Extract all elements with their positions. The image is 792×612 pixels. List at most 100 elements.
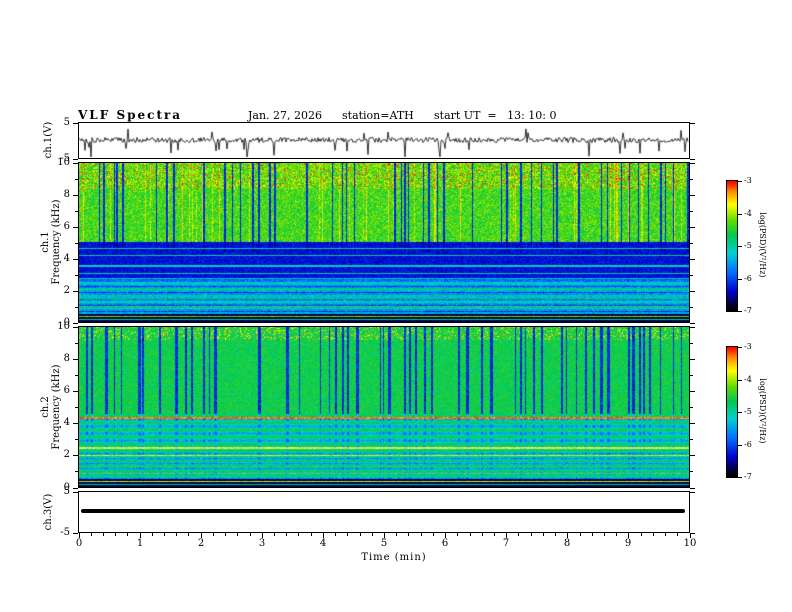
x-axis-minor-tick bbox=[103, 533, 104, 536]
x-axis-minor-tick bbox=[677, 533, 678, 536]
x-axis-minor-tick bbox=[176, 533, 177, 536]
y-tick-label: 2 bbox=[63, 285, 70, 296]
x-axis-minor-tick bbox=[543, 533, 544, 536]
ch1-frequency-axis-label-line2: Frequency (kHz) bbox=[51, 199, 62, 285]
y-axis-minor-tick bbox=[690, 407, 693, 408]
colorbar-tick-label: -5 bbox=[744, 407, 752, 416]
colorbar-ch2 bbox=[726, 346, 738, 478]
x-tick-label: 10 bbox=[683, 538, 697, 549]
colorbar-tick-label: -5 bbox=[744, 241, 752, 250]
y-tick-label: 6 bbox=[63, 385, 70, 396]
y-axis-tick bbox=[690, 423, 695, 424]
y-axis-tick bbox=[73, 423, 78, 424]
colorbar-ch1-gradient bbox=[727, 181, 737, 311]
ch3-waveform-panel bbox=[78, 491, 690, 533]
y-axis-tick bbox=[690, 323, 695, 324]
y-axis-tick bbox=[690, 163, 695, 164]
y-axis-tick bbox=[73, 159, 78, 160]
x-axis-minor-tick bbox=[408, 533, 409, 536]
x-axis-minor-tick bbox=[152, 533, 153, 536]
x-axis-minor-tick bbox=[360, 533, 361, 536]
y-axis-tick bbox=[73, 163, 78, 164]
x-axis-minor-tick bbox=[494, 533, 495, 536]
colorbar-tick bbox=[738, 412, 742, 413]
colorbar-tick-label: -4 bbox=[744, 375, 752, 384]
x-axis-minor-tick bbox=[311, 533, 312, 536]
y-axis-minor-tick bbox=[75, 275, 78, 276]
x-axis-minor-tick bbox=[555, 533, 556, 536]
y-axis-minor-tick bbox=[690, 275, 693, 276]
colorbar-tick-label: -7 bbox=[744, 472, 752, 481]
x-axis-minor-tick bbox=[665, 533, 666, 536]
colorbar-ch2-gradient bbox=[727, 347, 737, 477]
y-axis-tick bbox=[73, 291, 78, 292]
x-tick-label: 1 bbox=[136, 538, 144, 549]
ch1-waveform-canvas bbox=[79, 123, 689, 158]
colorbar-tick bbox=[738, 279, 742, 280]
y-axis-tick bbox=[73, 455, 78, 456]
colorbar-tick bbox=[738, 214, 742, 215]
y-axis-tick bbox=[73, 533, 78, 534]
x-axis-minor-tick bbox=[91, 533, 92, 536]
y-tick-label: 4 bbox=[63, 253, 70, 264]
x-axis-minor-tick bbox=[421, 533, 422, 536]
x-axis-minor-tick bbox=[298, 533, 299, 536]
y-axis-minor-tick bbox=[75, 471, 78, 472]
y-axis-minor-tick bbox=[690, 343, 693, 344]
y-axis-tick bbox=[73, 327, 78, 328]
y-tick-label: 2 bbox=[63, 449, 70, 460]
colorbar-tick bbox=[738, 311, 742, 312]
y-tick-label: 5 bbox=[63, 486, 70, 497]
colorbar-ch1 bbox=[726, 180, 738, 312]
x-axis-minor-tick bbox=[274, 533, 275, 536]
x-tick-label: 7 bbox=[502, 538, 510, 549]
y-tick-label: 8 bbox=[63, 189, 70, 200]
y-axis-tick bbox=[690, 391, 695, 392]
colorbar-tick bbox=[738, 347, 742, 348]
ch2-spectrogram-canvas bbox=[79, 327, 689, 487]
x-axis-minor-tick bbox=[335, 533, 336, 536]
y-axis-minor-tick bbox=[690, 211, 693, 212]
y-axis-tick bbox=[690, 488, 695, 489]
x-axis-minor-tick bbox=[518, 533, 519, 536]
y-axis-tick bbox=[690, 359, 695, 360]
ch2-spectrogram-panel bbox=[78, 326, 690, 488]
x-axis-minor-tick bbox=[531, 533, 532, 536]
ch1-spectrogram-canvas bbox=[79, 163, 689, 322]
colorbar-tick-label: -3 bbox=[744, 176, 752, 185]
colorbar-tick-label: -4 bbox=[744, 209, 752, 218]
ch1-waveform-panel bbox=[78, 122, 690, 159]
colorbar-tick bbox=[738, 181, 742, 182]
y-axis-tick bbox=[73, 195, 78, 196]
y-tick-label: 4 bbox=[63, 417, 70, 428]
x-tick-label: 2 bbox=[197, 538, 205, 549]
y-axis-tick bbox=[690, 327, 695, 328]
x-axis-minor-tick bbox=[213, 533, 214, 536]
x-axis-minor-tick bbox=[250, 533, 251, 536]
y-axis-minor-tick bbox=[75, 439, 78, 440]
y-axis-tick bbox=[73, 123, 78, 124]
x-axis-minor-tick bbox=[604, 533, 605, 536]
x-axis-minor-tick bbox=[286, 533, 287, 536]
x-axis-minor-tick bbox=[457, 533, 458, 536]
y-axis-tick bbox=[690, 227, 695, 228]
y-axis-minor-tick bbox=[690, 471, 693, 472]
y-axis-tick bbox=[690, 195, 695, 196]
x-axis-minor-tick bbox=[641, 533, 642, 536]
colorbar-tick bbox=[738, 246, 742, 247]
y-tick-label: 5 bbox=[63, 117, 70, 128]
x-axis-minor-tick bbox=[188, 533, 189, 536]
figure-station: station=ATH bbox=[342, 109, 414, 122]
ch2-frequency-axis-label-line2: Frequency (kHz) bbox=[51, 364, 62, 450]
x-axis-minor-tick bbox=[115, 533, 116, 536]
colorbar-tick bbox=[738, 445, 742, 446]
ch2-frequency-axis-label: ch.2 Frequency (kHz) bbox=[40, 327, 62, 487]
ch1-spectrogram-panel bbox=[78, 162, 690, 323]
figure-title: VLF Spectra bbox=[78, 108, 183, 122]
x-axis-minor-tick bbox=[164, 533, 165, 536]
x-axis-minor-tick bbox=[372, 533, 373, 536]
y-axis-tick bbox=[690, 291, 695, 292]
colorbar-tick-label: -3 bbox=[744, 342, 752, 351]
x-axis-label: Time (min) bbox=[361, 552, 427, 563]
colorbar-tick-label: -7 bbox=[744, 306, 752, 315]
